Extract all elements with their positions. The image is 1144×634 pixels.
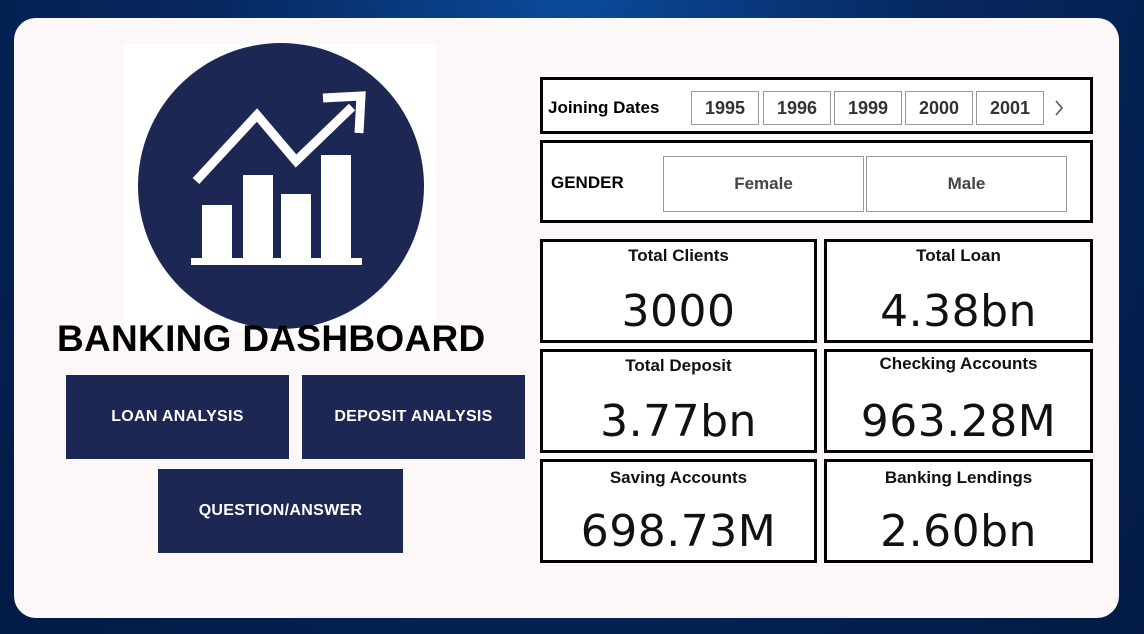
deposit-analysis-button[interactable]: DEPOSIT ANALYSIS <box>302 375 525 459</box>
growth-chart-icon <box>191 91 366 265</box>
kpi-label: Banking Lendings <box>884 468 1033 487</box>
question-answer-button[interactable]: QUESTION/ANSWER <box>158 469 403 553</box>
kpi-label: Saving Accounts <box>609 468 748 487</box>
gender-option-female[interactable]: Female <box>663 156 864 212</box>
kpi-label: Checking Accounts <box>879 354 1038 373</box>
kpi-value: 3.77bn <box>600 396 757 447</box>
kpi-value: 2.60bn <box>880 506 1037 557</box>
kpi-value: 698.73M <box>580 506 777 557</box>
page-title: BANKING DASHBOARD <box>57 318 486 359</box>
kpi-label: Total Deposit <box>625 356 732 375</box>
kpi-value: 963.28M <box>860 396 1057 447</box>
kpi-card-saving-accounts: Saving Accounts 698.73M <box>540 459 817 563</box>
year-tile-1996[interactable]: 1996 <box>763 91 831 125</box>
year-tile-2000[interactable]: 2000 <box>905 91 973 125</box>
gender-option-male[interactable]: Male <box>866 156 1067 212</box>
kpi-card-checking-accounts: Checking Accounts 963.28M <box>824 349 1093 453</box>
kpi-value: 3000 <box>621 286 736 337</box>
year-tile-1995[interactable]: 1995 <box>691 91 759 125</box>
year-tile-1999[interactable]: 1999 <box>834 91 902 125</box>
gender-label: GENDER <box>551 173 624 192</box>
kpi-label: Total Loan <box>916 246 1001 265</box>
joining-dates-label: Joining Dates <box>548 98 660 117</box>
kpi-card-banking-lendings: Banking Lendings 2.60bn <box>824 459 1093 563</box>
joining-dates-slicer: Joining Dates 1995 1996 1999 2000 2001 <box>540 77 1093 134</box>
kpi-card-total-loan: Total Loan 4.38bn <box>824 239 1093 343</box>
kpi-label: Total Clients <box>628 246 729 265</box>
kpi-card-total-clients: Total Clients 3000 <box>540 239 817 343</box>
chevron-right-icon[interactable] <box>1050 94 1068 122</box>
kpi-value: 4.38bn <box>880 286 1037 337</box>
kpi-card-total-deposit: Total Deposit 3.77bn <box>540 349 817 453</box>
loan-analysis-button[interactable]: LOAN ANALYSIS <box>66 375 289 459</box>
year-tile-2001[interactable]: 2001 <box>976 91 1044 125</box>
gender-slicer: GENDER Female Male <box>540 140 1093 223</box>
